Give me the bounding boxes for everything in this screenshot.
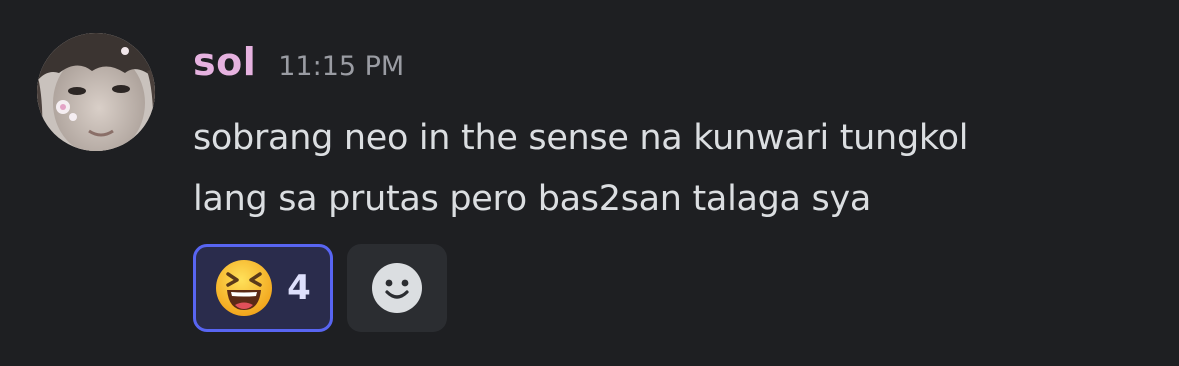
message-content: sobrang neo in the sense na kunwari tung… (193, 108, 1153, 230)
reaction-count: 4 (287, 268, 311, 308)
chat-message: sol 11:15 PM sobrang neo in the sense na… (0, 0, 1179, 366)
message-line: lang sa prutas pero bas2san talaga sya (193, 179, 872, 219)
reactions-bar: 4 (193, 244, 447, 332)
avatar-photo (37, 33, 155, 151)
timestamp: 11:15 PM (278, 51, 405, 82)
reaction-button[interactable]: 4 (193, 244, 333, 332)
avatar[interactable] (37, 33, 155, 151)
smiley-face-icon (372, 263, 422, 313)
username[interactable]: sol (193, 40, 256, 84)
message-header: sol 11:15 PM (193, 40, 404, 100)
add-reaction-button[interactable] (347, 244, 447, 332)
message-line: sobrang neo in the sense na kunwari tung… (193, 118, 969, 158)
laughing-squinting-emoji-icon (216, 260, 273, 316)
